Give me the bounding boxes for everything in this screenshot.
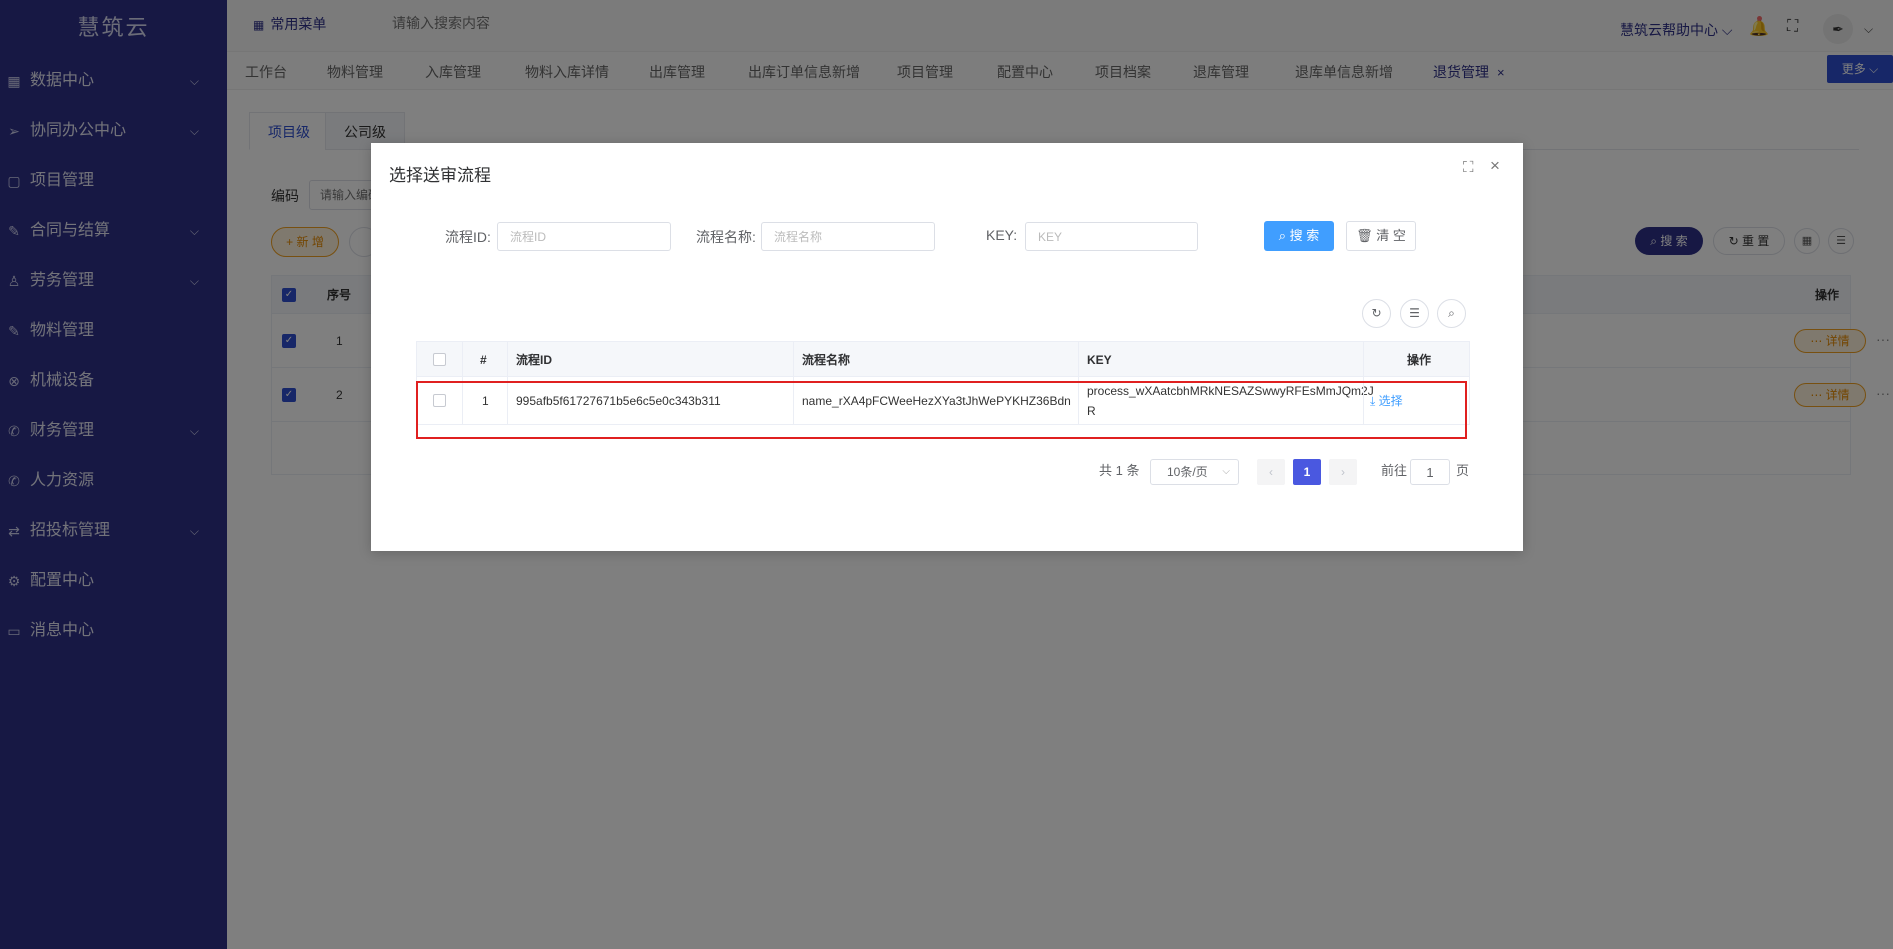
select-all-checkbox[interactable] xyxy=(433,353,446,366)
process-id-header: 流程ID xyxy=(516,353,553,367)
row-checkbox[interactable] xyxy=(433,394,446,407)
dialog-clear-button[interactable]: 🗑 清 空 xyxy=(1346,221,1416,251)
column-divider xyxy=(1363,342,1364,378)
column-divider xyxy=(462,377,463,424)
column-divider xyxy=(462,342,463,378)
chevron-down-icon: ⌵ xyxy=(1222,466,1230,477)
process-id-input[interactable] xyxy=(497,222,671,251)
prev-page-button[interactable]: ‹ xyxy=(1257,459,1285,485)
row-key-line1: process_wXAatcbhMRkNESAZSwwyRFEsMmJQm2J xyxy=(1087,384,1374,398)
next-page-button[interactable]: › xyxy=(1329,459,1357,485)
process-table-header: # 流程ID 流程名称 KEY 操作 xyxy=(416,341,1470,378)
column-divider xyxy=(793,342,794,378)
process-name-label: 流程名称: xyxy=(696,229,756,245)
key-label: KEY: xyxy=(986,227,1018,243)
page-size-select[interactable]: 10条/页 ⌵ xyxy=(1150,459,1239,485)
select-button[interactable]: ⤓ 选择 xyxy=(1370,392,1403,409)
dialog-title: 选择送审流程 xyxy=(389,166,491,185)
page-number-current[interactable]: 1 xyxy=(1293,459,1321,485)
row-index: 1 xyxy=(482,394,489,408)
column-divider xyxy=(793,377,794,424)
maximize-icon[interactable]: ⛶ xyxy=(1463,159,1474,176)
column-divider xyxy=(1078,377,1079,424)
column-divider xyxy=(1078,342,1079,378)
goto-label: 前往 xyxy=(1381,463,1408,478)
row-process-name: name_rXA4pFCWeeHezXYa3tJhWePYKHZ36Bdn xyxy=(802,394,1071,408)
process-name-input[interactable] xyxy=(761,222,935,251)
row-key-line2: R xyxy=(1087,404,1096,418)
column-divider xyxy=(1363,377,1364,424)
action-header: 操作 xyxy=(1407,353,1432,367)
row-process-id: 995afb5f61727671b5e6c5e0c343b311 xyxy=(516,394,721,408)
goto-page-input[interactable] xyxy=(1410,459,1450,485)
refresh-icon[interactable]: ↻ xyxy=(1362,299,1391,328)
close-icon[interactable]: × xyxy=(1490,156,1500,176)
process-name-header: 流程名称 xyxy=(802,353,851,367)
key-input[interactable] xyxy=(1025,222,1198,251)
page-size-value: 10条/页 xyxy=(1167,465,1208,479)
column-divider xyxy=(507,377,508,424)
column-divider xyxy=(507,342,508,378)
table-row: 1 995afb5f61727671b5e6c5e0c343b311 name_… xyxy=(416,377,1470,425)
total-count: 共 1 条 xyxy=(1099,463,1140,478)
search-icon[interactable]: ⌕ xyxy=(1437,299,1466,328)
filter-icon[interactable]: ☰ xyxy=(1400,299,1429,328)
select-process-dialog: 选择送审流程 ⛶ × 流程ID: 流程名称: KEY: ⌕ 搜 索 🗑 清 空 … xyxy=(371,143,1523,551)
key-header: KEY xyxy=(1087,353,1112,367)
process-id-label: 流程ID: xyxy=(445,229,491,245)
index-header: # xyxy=(480,353,487,367)
dialog-search-button[interactable]: ⌕ 搜 索 xyxy=(1264,221,1334,251)
page-suffix: 页 xyxy=(1456,463,1470,478)
